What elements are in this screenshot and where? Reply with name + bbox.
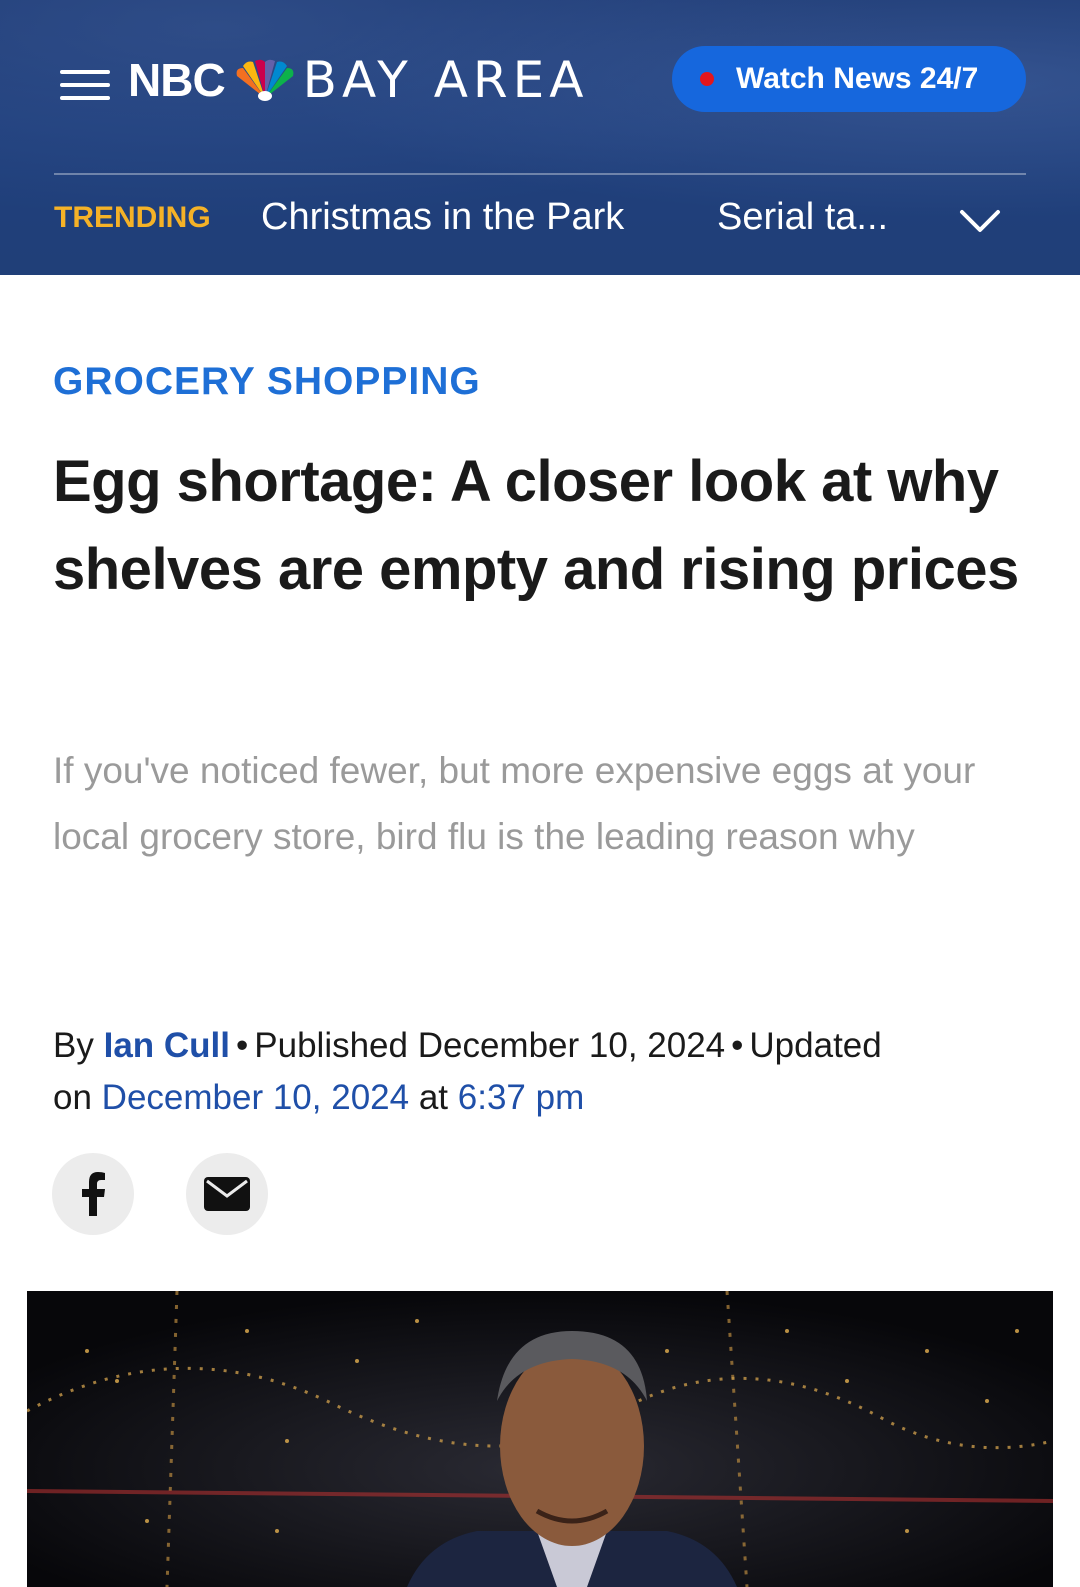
header-divider — [54, 173, 1026, 175]
menu-icon[interactable] — [60, 70, 110, 102]
article-headline: Egg shortage: A closer look at why shelv… — [53, 449, 1019, 602]
updated-time: 6:37 pm — [457, 1078, 585, 1117]
article-video[interactable] — [27, 1291, 1053, 1587]
trending-label: TRENDING — [54, 201, 211, 234]
watch-news-label: Watch News 24/7 — [736, 62, 979, 95]
byline-at: at — [418, 1078, 449, 1117]
video-thumbnail — [27, 1291, 1053, 1587]
published-date: Published December 10, 2024 — [254, 1026, 726, 1065]
article-summary: If you've noticed fewer, but more expens… — [53, 750, 976, 857]
email-icon — [204, 1177, 250, 1211]
trending-item-serial[interactable]: Serial ta... — [717, 196, 888, 239]
author-link[interactable]: Ian Cull — [104, 1026, 230, 1065]
email-share-button[interactable] — [186, 1153, 268, 1235]
byline: By Ian Cull • Published December 10, 2024 •… — [53, 1026, 882, 1117]
article-category[interactable]: GROCERY SHOPPING — [53, 360, 481, 404]
byline-on: on — [53, 1078, 92, 1117]
trending-item-christmas-in-the-park[interactable]: Christmas in the Park — [261, 196, 624, 239]
updated-date: December 10, 2024 — [101, 1078, 410, 1117]
updated-label: Updated — [749, 1026, 882, 1065]
live-dot-icon — [700, 72, 714, 86]
site-header: NBC BAY AREA Watch News 24/7 TRENDING Ch… — [0, 0, 1080, 275]
chevron-down-icon[interactable] — [958, 206, 1002, 236]
facebook-icon — [82, 1172, 105, 1216]
site-logo[interactable]: NBC BAY AREA — [128, 50, 588, 110]
facebook-share-button[interactable] — [52, 1153, 134, 1235]
logo-nbc-text: NBC — [128, 54, 226, 106]
nbc-peacock-logo — [236, 59, 294, 101]
logo-bay-area-text: BAY AREA — [302, 51, 589, 109]
watch-news-button[interactable]: Watch News 24/7 — [672, 46, 1026, 112]
byline-by: By — [53, 1026, 94, 1065]
